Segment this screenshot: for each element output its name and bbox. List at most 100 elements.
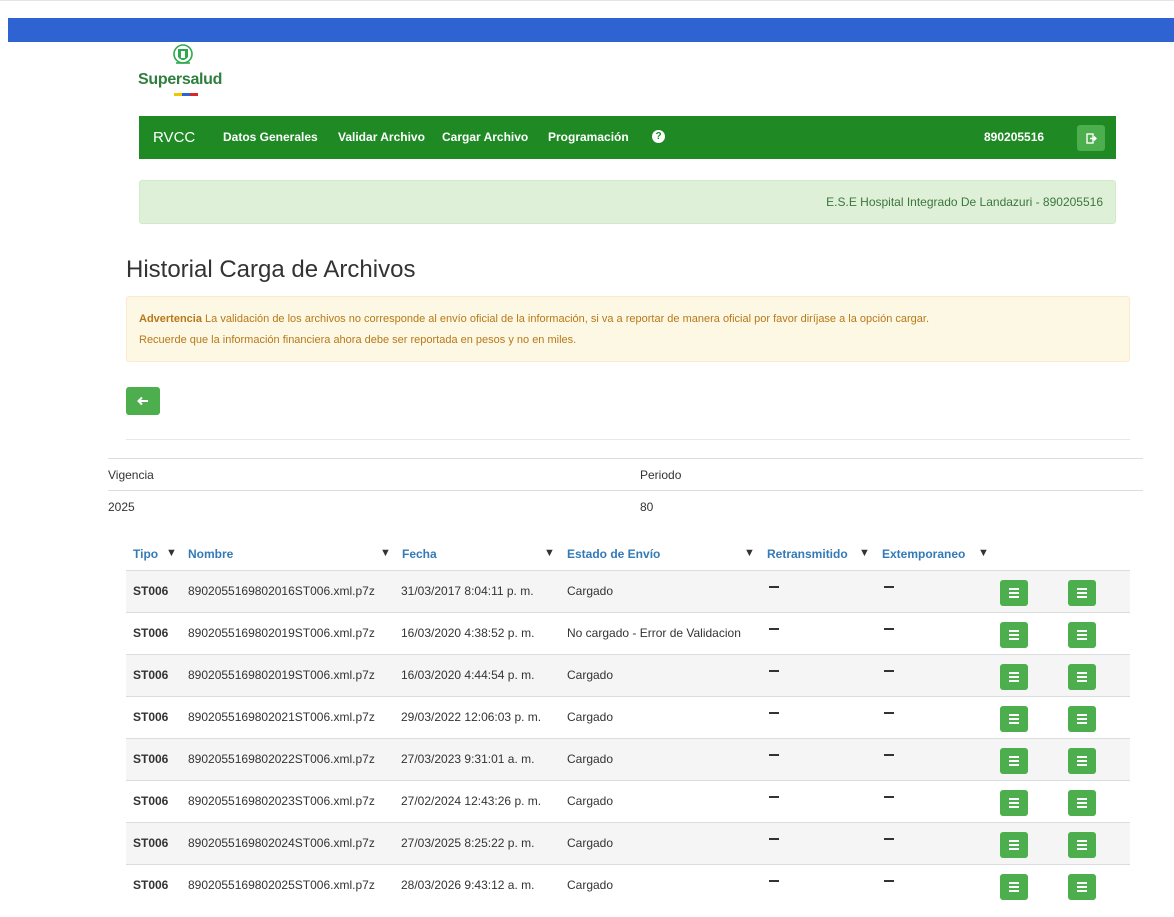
extemporaneo-empty	[884, 712, 894, 714]
extemporaneo-empty	[884, 796, 894, 798]
cell-estado: Cargado	[567, 752, 614, 766]
nav-item-cargar-archivo[interactable]: Cargar Archivo	[442, 130, 528, 144]
table-row: ST006 8902055169802024ST006.xml.p7z 27/0…	[126, 822, 1130, 865]
retransmitido-empty	[769, 670, 779, 672]
supersalud-logo[interactable]: Supersalud	[138, 43, 238, 98]
periodo-value: 80	[640, 500, 654, 514]
table-row: ST006 8902055169802019ST006.xml.p7z 16/0…	[126, 612, 1130, 655]
cell-nombre: 8902055169802022ST006.xml.p7z	[188, 752, 375, 766]
entity-info-bar: E.S.E Hospital Integrado De Landazuri - …	[139, 180, 1116, 224]
entity-name: E.S.E Hospital Integrado De Landazuri - …	[826, 195, 1103, 209]
download-button[interactable]	[1068, 664, 1096, 690]
cell-nombre: 8902055169802024ST006.xml.p7z	[188, 836, 375, 850]
detail-button[interactable]	[1000, 874, 1028, 900]
column-header-estado[interactable]: Estado de Envío	[567, 547, 660, 561]
warning-alert: Advertencia La validación de los archivo…	[126, 296, 1130, 362]
download-button[interactable]	[1068, 832, 1096, 858]
vigencia-label: Vigencia	[108, 468, 154, 482]
detail-button[interactable]	[1000, 622, 1028, 648]
list-icon	[1077, 798, 1087, 808]
filter-icon[interactable]: ▼	[978, 547, 989, 559]
download-button[interactable]	[1068, 622, 1096, 648]
cell-tipo: ST006	[133, 752, 169, 766]
download-button[interactable]	[1068, 706, 1096, 732]
column-header-extemporaneo[interactable]: Extemporaneo	[882, 547, 965, 561]
cell-fecha: 27/03/2025 8:25:22 p. m.	[401, 836, 535, 850]
warning-label: Advertencia	[139, 313, 202, 325]
extemporaneo-empty	[884, 670, 894, 672]
nav-item-programacion[interactable]: Programación	[548, 130, 629, 144]
cell-tipo: ST006	[133, 836, 169, 850]
logout-icon	[1085, 132, 1097, 144]
cell-tipo: ST006	[133, 710, 169, 724]
table-row: ST006 8902055169802021ST006.xml.p7z 29/0…	[126, 696, 1130, 739]
list-icon	[1009, 672, 1019, 682]
cell-estado: Cargado	[567, 836, 614, 850]
detail-button[interactable]	[1000, 790, 1028, 816]
download-button[interactable]	[1068, 874, 1096, 900]
cell-tipo: ST006	[133, 668, 169, 682]
retransmitido-empty	[769, 880, 779, 882]
download-button[interactable]	[1068, 790, 1096, 816]
cell-nombre: 8902055169802019ST006.xml.p7z	[188, 668, 375, 682]
filter-icon[interactable]: ▼	[544, 547, 555, 559]
stripe-yellow	[174, 93, 182, 96]
extemporaneo-empty	[884, 880, 894, 882]
cell-nombre: 8902055169802023ST006.xml.p7z	[188, 794, 375, 808]
table-row: ST006 8902055169802022ST006.xml.p7z 27/0…	[126, 738, 1130, 781]
top-blue-bar	[8, 18, 1174, 42]
list-icon	[1077, 588, 1087, 598]
navbar-brand[interactable]: RVCC	[153, 129, 195, 146]
detail-button[interactable]	[1000, 664, 1028, 690]
filter-icon[interactable]: ▼	[744, 547, 755, 559]
extemporaneo-empty	[884, 754, 894, 756]
cell-tipo: ST006	[133, 794, 169, 808]
column-header-fecha[interactable]: Fecha	[402, 547, 437, 561]
table-row: ST006 8902055169802025ST006.xml.p7z 28/0…	[126, 864, 1130, 907]
nav-item-validar-archivo[interactable]: Validar Archivo	[338, 130, 425, 144]
cell-nombre: 8902055169802021ST006.xml.p7z	[188, 710, 375, 724]
list-icon	[1009, 714, 1019, 724]
download-button[interactable]	[1068, 748, 1096, 774]
logo-text: Supersalud	[138, 71, 223, 88]
detail-button[interactable]	[1000, 706, 1028, 732]
filter-icon[interactable]: ▼	[380, 547, 391, 559]
cell-fecha: 29/03/2022 12:06:03 p. m.	[401, 710, 542, 724]
column-header-nombre[interactable]: Nombre	[188, 547, 233, 561]
cell-nombre: 8902055169802016ST006.xml.p7z	[188, 584, 375, 598]
arrow-left-icon	[137, 396, 148, 406]
list-icon	[1077, 714, 1087, 724]
meta-table-border-mid	[108, 490, 1143, 491]
list-icon	[1009, 882, 1019, 892]
table-row: ST006 8902055169802016ST006.xml.p7z 31/0…	[126, 570, 1130, 613]
cell-tipo: ST006	[133, 584, 169, 598]
detail-button[interactable]	[1000, 832, 1028, 858]
filter-icon[interactable]: ▼	[859, 547, 870, 559]
detail-button[interactable]	[1000, 748, 1028, 774]
nav-item-datos-generales[interactable]: Datos Generales	[223, 130, 318, 144]
shield-crest-icon	[173, 44, 193, 64]
filter-icon[interactable]: ▼	[166, 547, 177, 559]
cell-fecha: 27/03/2023 9:31:01 a. m.	[401, 752, 535, 766]
back-button[interactable]	[126, 387, 160, 415]
extemporaneo-empty	[884, 838, 894, 840]
stripe-red	[190, 93, 198, 96]
column-header-tipo[interactable]: Tipo	[133, 547, 158, 561]
download-button[interactable]	[1068, 580, 1096, 606]
top-divider	[0, 0, 1174, 1]
cell-fecha: 16/03/2020 4:44:54 p. m.	[401, 668, 535, 682]
list-icon	[1009, 840, 1019, 850]
list-icon	[1009, 756, 1019, 766]
logout-button[interactable]	[1077, 125, 1105, 151]
cell-estado: No cargado - Error de Validacion	[567, 626, 741, 640]
cell-estado: Cargado	[567, 584, 614, 598]
detail-button[interactable]	[1000, 580, 1028, 606]
list-icon	[1009, 588, 1019, 598]
column-header-retransmitido[interactable]: Retransmitido	[767, 547, 848, 561]
cell-tipo: ST006	[133, 878, 169, 892]
help-icon[interactable]: ?	[652, 130, 665, 143]
logo-flag-stripe	[174, 93, 198, 96]
cell-fecha: 28/03/2026 9:43:12 a. m.	[401, 878, 535, 892]
cell-fecha: 31/03/2017 8:04:11 p. m.	[401, 584, 534, 598]
cell-nombre: 8902055169802025ST006.xml.p7z	[188, 878, 375, 892]
